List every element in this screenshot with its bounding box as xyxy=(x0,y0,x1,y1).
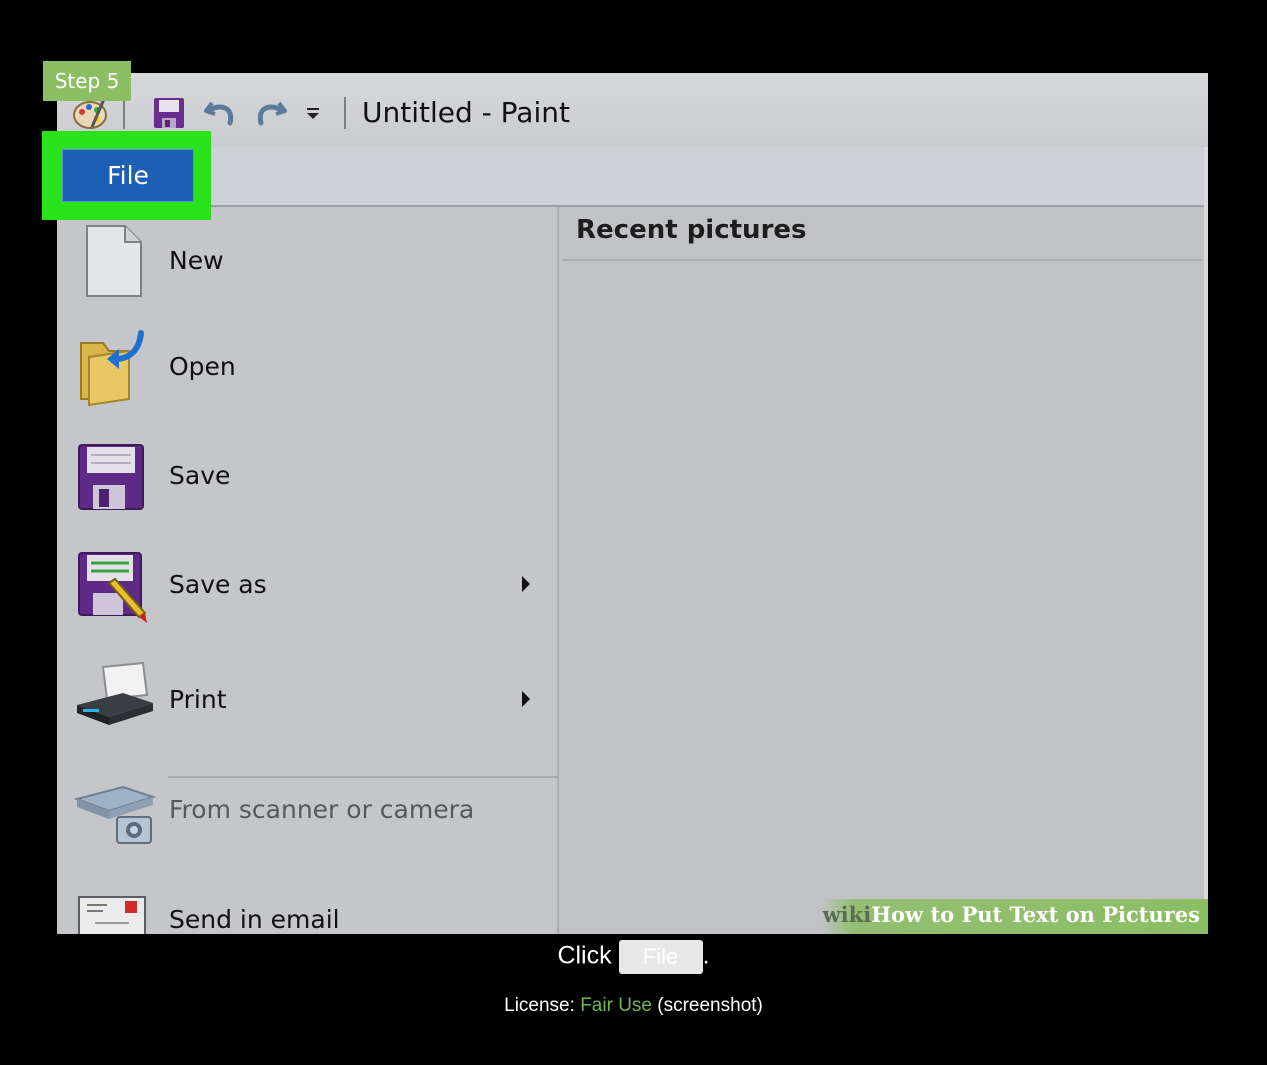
scanner-camera-icon xyxy=(73,769,157,849)
menu-item-print[interactable]: Print xyxy=(60,653,557,749)
license-prefix: License: xyxy=(504,995,575,1016)
menu-item-label: From scanner or camera xyxy=(169,795,475,824)
watermark-text: wikiHow to Put Text on Pictures xyxy=(823,902,1200,927)
menu-item-label: Print xyxy=(169,685,227,714)
menu-item-label: Send in email xyxy=(169,905,340,934)
license-suffix: (screenshot) xyxy=(657,995,763,1016)
caption-suffix: . xyxy=(702,941,710,970)
window-title: Untitled - Paint xyxy=(362,96,570,129)
menu-item-send-in-email[interactable]: Send in email xyxy=(60,873,557,934)
menu-item-label: Open xyxy=(169,352,236,381)
printer-icon xyxy=(73,659,153,739)
save-as-icon xyxy=(73,547,153,627)
toolbar-separator xyxy=(123,97,125,129)
paint-window: Untitled - Paint New Open Save Save as P… xyxy=(57,73,1208,934)
menu-item-new[interactable]: New xyxy=(60,210,557,306)
caption-text: Click xyxy=(557,941,612,970)
menu-item-save-as[interactable]: Save as xyxy=(60,539,557,635)
new-document-icon xyxy=(73,220,153,300)
watermark-brand: wiki xyxy=(822,902,872,927)
caption-file-button: File xyxy=(618,940,703,974)
menu-item-label: Save as xyxy=(169,570,267,599)
recent-pictures-title: Recent pictures xyxy=(576,215,807,245)
recent-pictures-pane: Recent pictures xyxy=(559,207,1204,934)
submenu-arrow-icon xyxy=(522,576,530,592)
step-badge: Step 5 xyxy=(43,61,131,101)
menu-item-label: Save xyxy=(169,461,231,490)
ribbon-tab-bar xyxy=(57,147,1206,207)
recent-divider xyxy=(562,259,1202,261)
file-tab-button[interactable]: File xyxy=(62,149,194,202)
customize-toolbar-chevron-icon[interactable] xyxy=(301,93,325,133)
menu-item-label: New xyxy=(169,246,224,275)
wikihow-watermark: wikiHow to Put Text on Pictures xyxy=(822,899,1208,934)
watermark-title: How to Put Text on Pictures xyxy=(871,902,1200,927)
license-line: License: Fair Use (screenshot) xyxy=(0,995,1267,1017)
step-caption: Click File. xyxy=(0,940,1267,974)
menu-item-open[interactable]: Open xyxy=(60,319,557,415)
license-link[interactable]: Fair Use xyxy=(580,995,652,1016)
redo-icon[interactable] xyxy=(251,93,291,133)
toolbar-separator xyxy=(344,97,346,129)
save-disk-icon xyxy=(73,437,153,517)
undo-icon[interactable] xyxy=(200,93,240,133)
quick-save-icon[interactable] xyxy=(149,93,189,133)
menu-item-from-scanner-or-camera: From scanner or camera xyxy=(60,763,557,859)
title-bar: Untitled - Paint xyxy=(57,73,1208,148)
open-folder-icon xyxy=(73,327,153,407)
window-edge xyxy=(1204,147,1208,934)
email-icon xyxy=(73,891,153,934)
menu-item-save[interactable]: Save xyxy=(60,429,557,525)
file-menu-commands: New Open Save Save as Print From scanner… xyxy=(60,207,559,934)
submenu-arrow-icon xyxy=(522,691,530,707)
